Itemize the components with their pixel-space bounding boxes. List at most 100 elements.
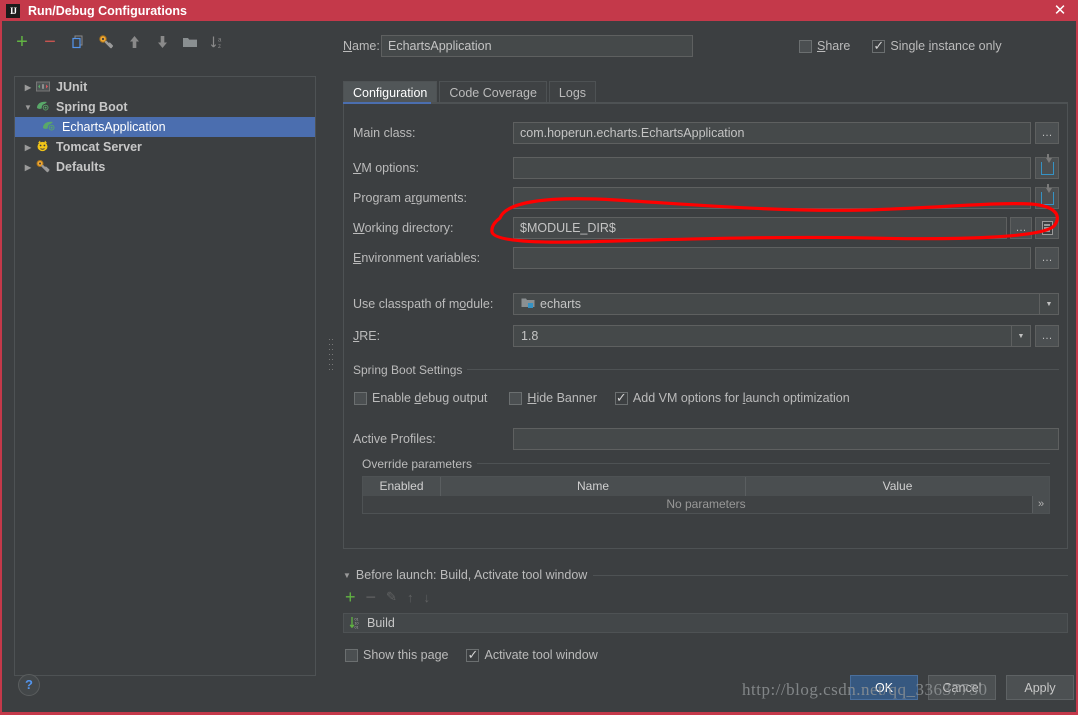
jre-browse-button[interactable]: … — [1035, 325, 1059, 347]
add-vm-options-label: Add VM options for launch optimization — [632, 391, 850, 405]
vm-options-label: VM options: — [353, 161, 420, 175]
add-vm-options-checkbox-box[interactable] — [614, 390, 628, 405]
bl-move-up-icon[interactable]: ↑ — [407, 590, 414, 605]
copy-icon[interactable] — [68, 32, 88, 52]
chevron-right-icon[interactable]: ▶ — [21, 83, 35, 92]
working-directory-browse-button[interactable]: … — [1010, 217, 1033, 239]
edit-defaults-wrench-icon[interactable] — [96, 32, 116, 52]
move-down-icon[interactable] — [152, 32, 172, 52]
activate-tool-window-checkbox-box[interactable] — [466, 647, 480, 662]
working-directory-input[interactable] — [513, 217, 1008, 239]
before-launch-task-list[interactable]: 01 10 01 Build — [343, 613, 1068, 633]
jre-row: JRE: 1.8 ▼ … — [353, 325, 1059, 347]
macros-list-icon — [1041, 221, 1053, 235]
cancel-button[interactable]: Cancel — [928, 675, 996, 700]
column-header-name[interactable]: Name — [441, 477, 746, 496]
svg-text:a: a — [218, 37, 222, 43]
tree-item-tomcat-server[interactable]: ▶ Tomcat Server — [15, 137, 315, 157]
vm-options-expand-button[interactable] — [1035, 153, 1059, 179]
table-empty-text: No parameters — [666, 497, 746, 511]
apply-button[interactable]: Apply — [1006, 675, 1074, 700]
before-launch-options: Show this page Activate tool window — [345, 647, 598, 662]
tab-logs[interactable]: Logs — [548, 81, 597, 103]
hide-banner-checkbox[interactable]: Hide Banner — [509, 391, 597, 405]
wrench-icon — [35, 159, 53, 175]
column-header-enabled[interactable]: Enabled — [363, 477, 441, 496]
program-arguments-label: Program arguments: — [353, 191, 467, 205]
use-classpath-combobox[interactable]: echarts ▼ — [513, 293, 1059, 315]
tree-item-junit[interactable]: ▶ JUnit — [15, 77, 315, 97]
hide-banner-checkbox-box[interactable] — [509, 391, 523, 405]
jre-combobox[interactable]: 1.8 ▼ — [513, 325, 1031, 347]
configurations-panel: + − a z ▶ JUnit ▼ Spring Boot EchartsApp… — [2, 21, 327, 712]
show-this-page-checkbox-box[interactable] — [345, 648, 358, 662]
table-expand-icon[interactable]: » — [1032, 496, 1049, 513]
main-class-browse-button[interactable]: … — [1035, 122, 1059, 144]
working-directory-label: Working directory: — [353, 221, 454, 235]
before-launch-header[interactable]: ▼ Before launch: Build, Activate tool wi… — [343, 568, 594, 582]
sort-alphabetically-icon[interactable]: a z — [208, 32, 228, 52]
configurations-toolbar: + − a z — [2, 28, 327, 56]
tomcat-icon — [35, 139, 53, 155]
show-this-page-checkbox[interactable]: Show this page — [345, 648, 448, 662]
share-checkbox-box[interactable] — [799, 39, 812, 53]
program-arguments-input[interactable] — [513, 187, 1032, 209]
chevron-down-icon[interactable]: ▼ — [21, 103, 35, 112]
single-instance-only-checkbox-box[interactable] — [872, 38, 886, 53]
configuration-editor-panel: Name: Share Single instance only Configu… — [335, 21, 1076, 712]
enable-debug-output-checkbox[interactable]: Enable debug output — [354, 391, 487, 405]
tree-item-defaults[interactable]: ▶ Defaults — [15, 157, 315, 177]
panel-splitter[interactable] — [327, 21, 335, 712]
override-parameters-table[interactable]: Enabled Name Value No parameters » — [362, 476, 1050, 514]
help-button[interactable]: ? — [18, 674, 40, 696]
chevron-right-icon[interactable]: ▶ — [21, 143, 35, 152]
junit-icon — [35, 79, 53, 95]
use-classpath-label: Use classpath of module: — [353, 297, 494, 311]
name-input[interactable] — [381, 35, 693, 57]
move-up-icon[interactable] — [124, 32, 144, 52]
working-directory-macros-button[interactable] — [1035, 217, 1060, 239]
ok-button[interactable]: OK — [850, 675, 918, 700]
vm-options-input[interactable] — [513, 157, 1032, 179]
build-icon: 01 10 01 — [349, 616, 362, 630]
add-vm-options-checkbox[interactable]: Add VM options for launch optimization — [614, 390, 850, 405]
spring-boot-checkbox-row: Enable debug output Hide Banner Add VM o… — [354, 390, 850, 405]
tab-configuration[interactable]: Configuration — [343, 81, 438, 103]
column-header-value[interactable]: Value — [746, 477, 1049, 496]
add-button[interactable]: + — [12, 32, 32, 52]
chevron-right-icon[interactable]: ▶ — [21, 163, 35, 172]
chevron-down-icon[interactable]: ▼ — [1039, 294, 1058, 314]
title-bar: IJ Run/Debug Configurations ✕ — [0, 0, 1078, 21]
table-empty-row: No parameters » — [363, 496, 1049, 513]
close-icon[interactable]: ✕ — [1052, 3, 1068, 19]
bl-move-down-icon[interactable]: ↓ — [423, 590, 430, 605]
tab-code-coverage[interactable]: Code Coverage — [439, 81, 547, 103]
program-arguments-expand-button[interactable] — [1035, 183, 1059, 209]
chevron-down-icon[interactable]: ▼ — [343, 571, 351, 580]
tree-item-echarts-application[interactable]: EchartsApplication — [15, 117, 315, 137]
new-folder-icon[interactable] — [180, 32, 200, 52]
group-divider — [449, 369, 1059, 370]
active-profiles-label: Active Profiles: — [353, 432, 436, 446]
environment-variables-input[interactable] — [513, 247, 1032, 269]
jre-value: 1.8 — [521, 329, 539, 343]
tree-item-spring-boot[interactable]: ▼ Spring Boot — [15, 97, 315, 117]
environment-variables-browse-button[interactable]: … — [1035, 247, 1059, 269]
bl-add-button[interactable]: + — [345, 588, 356, 606]
configurations-tree[interactable]: ▶ JUnit ▼ Spring Boot EchartsApplication… — [14, 76, 316, 676]
single-instance-only-checkbox[interactable]: Single instance only — [872, 38, 1002, 53]
chevron-down-icon[interactable]: ▼ — [1011, 326, 1030, 346]
active-profiles-input[interactable] — [513, 428, 1059, 450]
main-class-input[interactable] — [513, 122, 1032, 144]
activate-tool-window-checkbox[interactable]: Activate tool window — [466, 647, 598, 662]
use-classpath-value: echarts — [540, 297, 581, 311]
use-classpath-row: Use classpath of module: echarts ▼ — [353, 293, 1059, 315]
enable-debug-output-checkbox-box[interactable] — [354, 391, 367, 405]
bl-remove-button[interactable]: − — [366, 588, 377, 606]
share-checkbox[interactable]: Share — [799, 39, 850, 53]
table-header-row: Enabled Name Value — [363, 477, 1049, 496]
working-directory-row: Working directory: … — [353, 217, 1060, 239]
remove-button[interactable]: − — [40, 32, 60, 52]
bl-edit-pencil-icon[interactable]: ✎ — [386, 589, 397, 605]
before-launch-toolbar: + − ✎ ↑ ↓ — [345, 588, 430, 606]
